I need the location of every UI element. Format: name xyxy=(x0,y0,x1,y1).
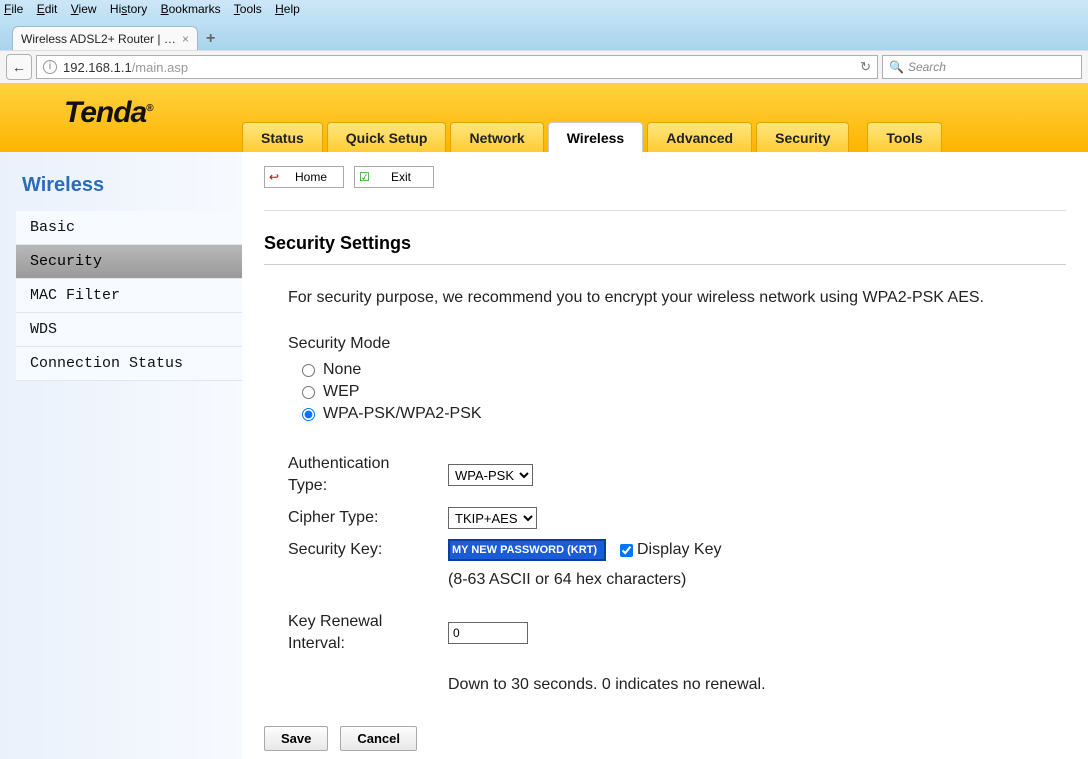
radio-wpa-row[interactable]: WPA-PSK/WPA2-PSK xyxy=(302,405,1066,423)
browser-tabstrip: Wireless ADSL2+ Router | Main × + xyxy=(0,22,1088,50)
router-page: Tenda® Status Quick Setup Network Wirele… xyxy=(0,84,1088,759)
auth-type-label: AuthenticationType: xyxy=(288,453,448,497)
sidebar-item-connection-status[interactable]: Connection Status xyxy=(16,347,242,381)
new-tab-button[interactable]: + xyxy=(206,30,215,50)
renewal-label: Key RenewalInterval: xyxy=(288,611,448,655)
menu-bookmarks[interactable]: Bookmarks xyxy=(161,2,221,16)
search-icon: 🔍 xyxy=(889,60,904,74)
nav-advanced[interactable]: Advanced xyxy=(647,122,752,152)
site-info-icon[interactable]: i xyxy=(43,60,57,74)
browser-tab[interactable]: Wireless ADSL2+ Router | Main × xyxy=(12,26,198,50)
browser-menubar: File Edit View History Bookmarks Tools H… xyxy=(0,0,1088,22)
cipher-type-select[interactable]: TKIP+AES xyxy=(448,507,537,529)
brand-logo: Tenda® xyxy=(64,96,153,130)
radio-none[interactable] xyxy=(302,364,315,377)
sidebar-title: Wireless xyxy=(0,168,242,211)
radio-wpa[interactable] xyxy=(302,408,315,421)
header-bar: Tenda® Status Quick Setup Network Wirele… xyxy=(0,84,1088,152)
panel-title: Security Settings xyxy=(264,233,1066,265)
security-key-label: Security Key: xyxy=(288,541,448,559)
browser-toolbar: ← i 192.168.1.1 /main.asp ↻ 🔍 Search xyxy=(0,50,1088,84)
sidebar-item-mac-filter[interactable]: MAC Filter xyxy=(16,279,242,313)
home-arrow-icon: ↩ xyxy=(269,170,279,184)
radio-wep-row[interactable]: WEP xyxy=(302,383,1066,401)
security-key-input[interactable]: MY NEW PASSWORD (KRT) xyxy=(448,539,606,561)
url-path: /main.asp xyxy=(132,60,188,75)
radio-none-row[interactable]: None xyxy=(302,361,1066,379)
menu-tools[interactable]: Tools xyxy=(234,2,262,16)
nav-wireless[interactable]: Wireless xyxy=(548,122,643,152)
content-area: ↩ Home ☑ Exit Security Settings For secu… xyxy=(242,152,1088,759)
settings-panel: Security Settings For security purpose, … xyxy=(264,210,1066,699)
arrow-left-icon: ← xyxy=(12,59,26,75)
reload-icon[interactable]: ↻ xyxy=(860,59,871,75)
exit-button[interactable]: ☑ Exit xyxy=(354,166,434,188)
nav-tools[interactable]: Tools xyxy=(867,122,941,152)
sidebar-item-security[interactable]: Security xyxy=(16,245,242,279)
save-button[interactable]: Save xyxy=(264,726,328,751)
menu-file[interactable]: File xyxy=(4,2,23,16)
cancel-button[interactable]: Cancel xyxy=(340,726,417,751)
content-toolbar: ↩ Home ☑ Exit xyxy=(264,166,1066,188)
nav-status[interactable]: Status xyxy=(242,122,323,152)
browser-tab-title: Wireless ADSL2+ Router | Main xyxy=(21,32,176,46)
menu-history[interactable]: History xyxy=(110,2,147,16)
menu-help[interactable]: Help xyxy=(275,2,300,16)
button-row: Save Cancel xyxy=(264,726,417,751)
key-hint: (8-63 ASCII or 64 hex characters) xyxy=(448,571,1066,589)
sidebar-item-wds[interactable]: WDS xyxy=(16,313,242,347)
cipher-type-label: Cipher Type: xyxy=(288,509,448,527)
back-button[interactable]: ← xyxy=(6,54,32,80)
home-button[interactable]: ↩ Home xyxy=(264,166,344,188)
auth-type-select[interactable]: WPA-PSK xyxy=(448,464,533,486)
security-mode-label: Security Mode xyxy=(288,335,1066,353)
radio-none-label: None xyxy=(323,361,361,379)
sidebar-item-basic[interactable]: Basic xyxy=(16,211,242,245)
radio-wpa-label: WPA-PSK/WPA2-PSK xyxy=(323,405,482,423)
renewal-input[interactable] xyxy=(448,622,528,644)
nav-security[interactable]: Security xyxy=(756,122,849,152)
url-bar[interactable]: i 192.168.1.1 /main.asp ↻ xyxy=(36,55,878,79)
recommend-text: For security purpose, we recommend you t… xyxy=(288,289,1066,307)
menu-edit[interactable]: Edit xyxy=(37,2,58,16)
close-tab-icon[interactable]: × xyxy=(182,32,189,46)
main-nav: Status Quick Setup Network Wireless Adva… xyxy=(242,122,942,152)
nav-network[interactable]: Network xyxy=(450,122,543,152)
sidebar: Wireless Basic Security MAC Filter WDS C… xyxy=(0,152,242,759)
display-key-label: Display Key xyxy=(637,541,721,559)
radio-wep-label: WEP xyxy=(323,383,359,401)
renewal-hint: Down to 30 seconds. 0 indicates no renew… xyxy=(448,671,808,699)
url-host: 192.168.1.1 xyxy=(63,60,132,75)
radio-wep[interactable] xyxy=(302,386,315,399)
display-key-checkbox[interactable] xyxy=(620,544,633,557)
browser-search[interactable]: 🔍 Search xyxy=(882,55,1082,79)
menu-view[interactable]: View xyxy=(71,2,97,16)
nav-quick-setup[interactable]: Quick Setup xyxy=(327,122,447,152)
exit-check-icon: ☑ xyxy=(359,170,370,184)
search-placeholder: Search xyxy=(908,60,946,74)
